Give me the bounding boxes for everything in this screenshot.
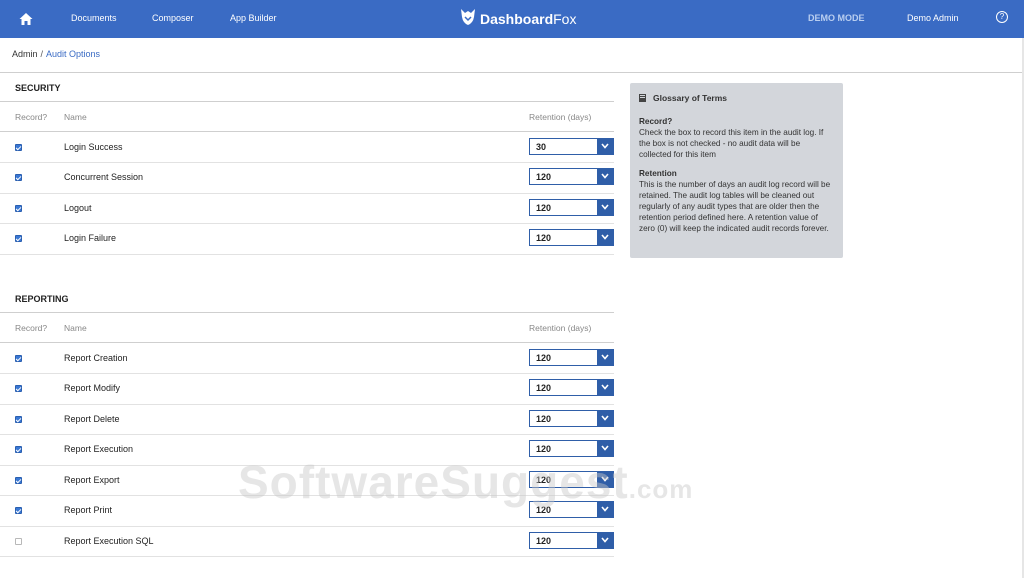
retention-select[interactable]: 120 <box>529 531 614 549</box>
row-name: Report Execution SQL <box>64 535 154 546</box>
glossary-title: Glossary of Terms <box>653 93 728 103</box>
retention-select[interactable]: 120 <box>529 198 614 216</box>
section-divider <box>0 312 614 313</box>
chevron-down-icon[interactable] <box>597 532 613 548</box>
row-name: Report Execution <box>64 444 134 454</box>
record-checkbox[interactable] <box>15 143 22 151</box>
record-checkbox[interactable] <box>15 174 22 181</box>
column-header-name: Name <box>64 323 87 333</box>
retention-value: 120 <box>536 535 552 546</box>
retention-value: 120 <box>536 444 552 454</box>
nav-composer[interactable]: Composer <box>152 13 194 23</box>
glossary-definition: This is the number of days an audit log … <box>639 180 831 233</box>
record-checkbox[interactable] <box>15 385 22 392</box>
demo-mode-label: DEMO MODE <box>808 13 865 23</box>
chevron-down-icon[interactable] <box>597 410 613 426</box>
row-divider <box>0 192 614 194</box>
row-divider <box>0 373 614 374</box>
column-header-retention: Retention (days) <box>529 112 592 122</box>
retention-select[interactable]: 120 <box>529 168 614 185</box>
chevron-down-icon[interactable] <box>597 380 613 395</box>
retention-select[interactable]: 120 <box>529 348 614 366</box>
row-name: Concurrent Session <box>64 172 144 182</box>
watermark-suffix: .com <box>628 474 694 504</box>
glossary-definition: Check the box to record this item in the… <box>639 128 824 159</box>
retention-value: 120 <box>536 352 552 363</box>
brand-name-light: Fox <box>553 11 577 27</box>
retention-select[interactable]: 120 <box>529 409 614 427</box>
glossary-term: Retention <box>639 169 677 178</box>
record-checkbox[interactable] <box>15 507 22 514</box>
retention-value: 120 <box>536 383 552 393</box>
row-name: Report Modify <box>64 383 121 393</box>
row-name: Login Success <box>64 141 123 152</box>
breadcrumb: Admin / Audit Options <box>12 49 100 59</box>
column-header-retention: Retention (days) <box>529 323 592 333</box>
row-name: Login Failure <box>64 233 117 243</box>
fox-logo-icon <box>460 8 476 31</box>
retention-select[interactable]: 120 <box>529 229 614 246</box>
breadcrumb-audit-options: Audit Options <box>46 49 101 59</box>
record-checkbox[interactable] <box>15 354 22 362</box>
row-divider <box>0 162 614 163</box>
column-header-record: Record? <box>15 323 48 333</box>
watermark: SoftwareSuggest.com <box>238 455 693 509</box>
row-divider <box>0 556 614 557</box>
record-checkbox[interactable] <box>15 537 22 545</box>
header-divider <box>0 131 614 132</box>
chevron-down-icon[interactable] <box>597 349 613 365</box>
breadcrumb-admin[interactable]: Admin <box>12 49 38 59</box>
record-checkbox[interactable] <box>15 204 22 212</box>
row-name: Logout <box>64 202 92 213</box>
retention-value: 120 <box>536 172 552 182</box>
record-checkbox[interactable] <box>15 235 22 242</box>
row-name: Report Print <box>64 505 113 515</box>
chevron-down-icon[interactable] <box>597 138 613 154</box>
chevron-down-icon[interactable] <box>597 169 613 184</box>
help-circle-icon[interactable]: ? <box>996 11 1008 23</box>
retention-value: 120 <box>536 233 552 243</box>
home-icon[interactable] <box>18 11 34 27</box>
retention-value: 120 <box>536 202 552 213</box>
user-menu[interactable]: Demo Admin <box>907 13 959 23</box>
column-header-name: Name <box>64 112 87 122</box>
glossary-term: Record? <box>639 117 673 126</box>
chevron-down-icon[interactable] <box>597 230 613 245</box>
row-divider <box>0 253 614 255</box>
retention-value: 120 <box>536 413 552 424</box>
row-name: Report Export <box>64 474 120 485</box>
top-nav-bar: Documents Composer App Builder Dashboard… <box>0 0 1024 38</box>
brand-name-bold: Dashboard <box>480 11 554 27</box>
record-checkbox[interactable] <box>15 446 22 453</box>
record-checkbox[interactable] <box>15 415 22 423</box>
row-name: Report Delete <box>64 413 120 424</box>
row-name: Report Creation <box>64 352 128 363</box>
watermark-main: SoftwareSuggest <box>238 456 629 508</box>
retention-select[interactable]: 120 <box>529 379 614 396</box>
row-divider <box>0 525 614 527</box>
breadcrumb-divider <box>0 72 1022 73</box>
glossary-panel: Glossary of Terms Record? Check the box … <box>630 83 843 258</box>
brand-logo[interactable]: DashboardFox <box>460 8 577 31</box>
row-divider <box>0 223 614 224</box>
row-divider <box>0 403 614 405</box>
breadcrumb-separator: / <box>40 49 44 59</box>
record-checkbox[interactable] <box>15 476 22 484</box>
section-divider <box>0 101 614 102</box>
section-title-reporting: REPORTING <box>15 294 69 304</box>
retention-select[interactable]: 30 <box>529 137 614 155</box>
section-title-security: SECURITY <box>15 83 61 93</box>
nav-app-builder[interactable]: App Builder <box>230 13 277 23</box>
header-divider <box>0 342 614 343</box>
book-icon <box>639 94 646 102</box>
nav-documents[interactable]: Documents <box>71 13 117 23</box>
column-header-record: Record? <box>15 112 48 122</box>
chevron-down-icon[interactable] <box>597 441 613 456</box>
retention-value: 30 <box>536 141 547 152</box>
row-divider <box>0 434 614 435</box>
chevron-down-icon[interactable] <box>597 199 613 215</box>
